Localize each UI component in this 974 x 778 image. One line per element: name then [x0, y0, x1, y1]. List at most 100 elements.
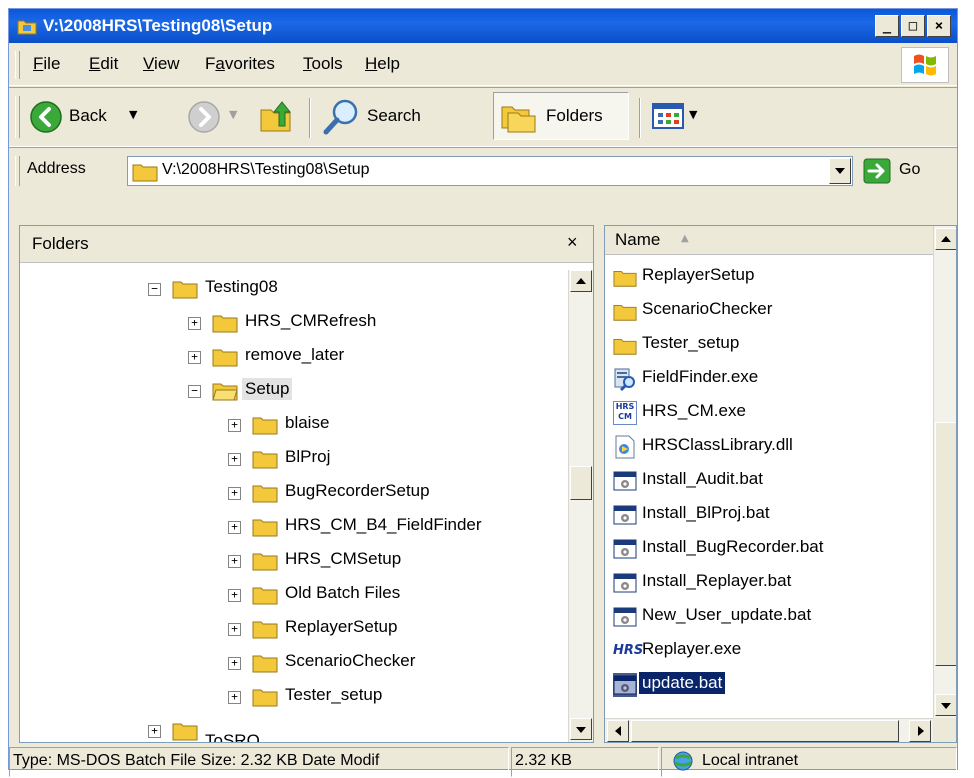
- file-item-fieldfinder-exe[interactable]: FieldFinder.exe: [611, 364, 931, 394]
- close-button[interactable]: ×: [927, 15, 951, 37]
- file-item-update-bat[interactable]: update.bat: [611, 670, 931, 700]
- file-item-replayersetup[interactable]: ReplayerSetup: [611, 262, 931, 292]
- expand-icon[interactable]: +: [228, 555, 241, 568]
- file-name: Install_Replayer.bat: [642, 571, 792, 590]
- file-item-install-blproj-bat[interactable]: Install_BlProj.bat: [611, 500, 931, 530]
- file-item-scenariochecker[interactable]: ScenarioChecker: [611, 296, 931, 326]
- scroll-thumb[interactable]: [631, 720, 899, 742]
- address-dropdown-button[interactable]: [829, 158, 851, 184]
- expand-icon[interactable]: +: [228, 453, 241, 466]
- file-item-new-user-update-bat[interactable]: New_User_update.bat: [611, 602, 931, 632]
- tree-item-label: HRS_CMRefresh: [245, 311, 377, 330]
- menu-edit[interactable]: Edit: [89, 54, 118, 74]
- expand-icon[interactable]: +: [148, 725, 161, 738]
- expand-icon[interactable]: +: [228, 419, 241, 432]
- address-bar: Address V:\2008HRS\Testing08\Setup Go: [9, 147, 957, 196]
- expand-icon[interactable]: +: [228, 521, 241, 534]
- toolbar-grip[interactable]: [15, 51, 20, 79]
- toolbar-grip[interactable]: [15, 156, 20, 186]
- batch-file-icon: [613, 471, 637, 491]
- expand-icon[interactable]: +: [228, 589, 241, 602]
- forward-arrow-icon: [188, 101, 220, 133]
- file-item-replayer-exe[interactable]: HRS Replayer.exe: [611, 636, 931, 666]
- menu-bar: File Edit View Favorites Tools Help: [9, 45, 957, 86]
- file-name: New_User_update.bat: [642, 605, 812, 624]
- tree-item-hrs-cmsetup[interactable]: + HRS_CMSetup: [20, 546, 560, 576]
- scroll-down-button[interactable]: [570, 718, 592, 740]
- tree-item-hrs-cmrefresh[interactable]: + HRS_CMRefresh: [20, 308, 560, 338]
- menu-file-rest: ile: [43, 54, 61, 73]
- scroll-up-button[interactable]: [935, 228, 956, 250]
- up-folder-button[interactable]: [257, 96, 299, 138]
- size-grip[interactable]: [933, 718, 956, 742]
- tree-item-setup[interactable]: − Setup: [20, 376, 560, 406]
- back-button[interactable]: Back ▼: [29, 96, 191, 138]
- file-item-install-bugrecorder-bat[interactable]: Install_BugRecorder.bat: [611, 534, 931, 564]
- tree-item-blaise[interactable]: + blaise: [20, 410, 560, 440]
- expand-icon[interactable]: +: [188, 351, 201, 364]
- scroll-thumb[interactable]: [935, 422, 956, 666]
- expand-icon[interactable]: +: [188, 317, 201, 330]
- chevron-down-icon[interactable]: ▼: [689, 108, 697, 121]
- tree-item-tosro[interactable]: + ToSRO: [20, 716, 560, 742]
- file-item-hrsclasslibrary-dll[interactable]: HRSClassLibrary.dll: [611, 432, 931, 462]
- search-button[interactable]: Search: [321, 96, 487, 138]
- file-item-hrs-cm-exe[interactable]: HRS CM HRS_CM.exe: [611, 398, 931, 428]
- column-name-label: Name: [615, 230, 661, 249]
- tree-item-blproj[interactable]: + BlProj: [20, 444, 560, 474]
- tree-item-hrs-cm-b4-fieldfinder[interactable]: + HRS_CM_B4_FieldFinder: [20, 512, 560, 542]
- go-button[interactable]: Go: [863, 156, 943, 186]
- tree-item-old-batch-files[interactable]: + Old Batch Files: [20, 580, 560, 610]
- scroll-left-button[interactable]: [607, 720, 629, 742]
- expand-icon[interactable]: +: [228, 487, 241, 500]
- tree-item-bugrecordersetup[interactable]: + BugRecorderSetup: [20, 478, 560, 508]
- tree-item-label: ScenarioChecker: [285, 651, 416, 670]
- file-item-install-replayer-bat[interactable]: Install_Replayer.bat: [611, 568, 931, 598]
- menu-view-rest: iew: [154, 54, 180, 73]
- close-icon[interactable]: ×: [567, 232, 578, 253]
- expand-icon[interactable]: +: [228, 691, 241, 704]
- chevron-down-icon[interactable]: ▼: [129, 108, 137, 121]
- maximize-button[interactable]: □: [901, 15, 925, 37]
- chevron-down-icon[interactable]: ▼: [229, 108, 237, 121]
- file-item-tester-setup[interactable]: Tester_setup: [611, 330, 931, 360]
- folders-vertical-scrollbar[interactable]: [568, 270, 593, 742]
- collapse-icon[interactable]: −: [188, 385, 201, 398]
- collapse-icon[interactable]: −: [148, 283, 161, 296]
- menu-view[interactable]: View: [143, 54, 180, 74]
- tree-item-label: BlProj: [285, 447, 331, 466]
- tree-item-testing08[interactable]: − Testing08: [20, 274, 560, 304]
- title-bar[interactable]: V:\2008HRS\Testing08\Setup _ □ ×: [9, 9, 957, 43]
- menu-file[interactable]: File: [33, 54, 60, 74]
- expand-icon[interactable]: +: [228, 623, 241, 636]
- tree-item-remove-later[interactable]: + remove_later: [20, 342, 560, 372]
- folder-icon: [252, 655, 278, 673]
- tree-item-replayersetup[interactable]: + ReplayerSetup: [20, 614, 560, 644]
- minimize-button[interactable]: _: [875, 15, 899, 37]
- folders-button[interactable]: Folders: [493, 92, 629, 140]
- files-horizontal-scrollbar[interactable]: [605, 718, 933, 742]
- scroll-thumb[interactable]: [570, 466, 592, 500]
- tree-item-tester-setup[interactable]: + Tester_setup: [20, 682, 560, 712]
- files-vertical-scrollbar[interactable]: [933, 226, 956, 718]
- scroll-down-button[interactable]: [935, 694, 956, 716]
- address-value: V:\2008HRS\Testing08\Setup: [162, 161, 370, 178]
- folder-icon: [252, 587, 278, 605]
- menu-help[interactable]: Help: [365, 54, 400, 74]
- menu-tools[interactable]: Tools: [303, 54, 343, 74]
- forward-button[interactable]: ▼: [187, 96, 245, 138]
- tree-item-scenariochecker[interactable]: + ScenarioChecker: [20, 648, 560, 678]
- expand-icon[interactable]: +: [228, 657, 241, 670]
- views-button[interactable]: ▼: [651, 96, 711, 138]
- file-name: HRSClassLibrary.dll: [642, 435, 793, 454]
- scroll-up-button[interactable]: [570, 270, 592, 292]
- column-header-name[interactable]: Name ▲: [605, 226, 936, 255]
- folder-icon: [172, 281, 198, 299]
- file-item-install-audit-bat[interactable]: Install_Audit.bat: [611, 466, 931, 496]
- toolbar-grip[interactable]: [15, 96, 20, 138]
- folders-label: Folders: [546, 106, 603, 125]
- address-input[interactable]: V:\2008HRS\Testing08\Setup: [127, 156, 853, 186]
- menu-favorites[interactable]: Favorites: [205, 54, 275, 74]
- scroll-right-button[interactable]: [909, 720, 931, 742]
- tree-item-label: Tester_setup: [285, 685, 383, 704]
